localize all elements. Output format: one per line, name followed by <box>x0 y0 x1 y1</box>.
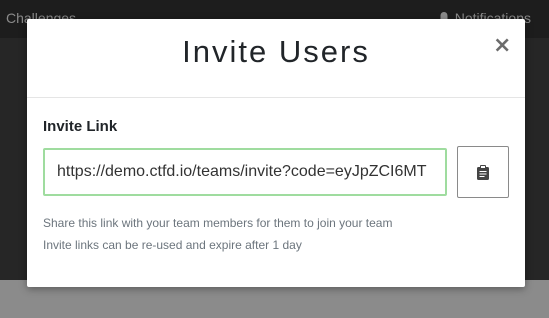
page: Challenges Notifications Invite Users × … <box>0 0 549 318</box>
modal-header: Invite Users × <box>27 19 525 98</box>
help-text-share: Share this link with your team members f… <box>43 216 393 230</box>
invite-users-modal: Invite Users × Invite Link Shar <box>27 19 525 287</box>
invite-link-input[interactable] <box>43 148 447 196</box>
close-button[interactable]: × <box>493 35 511 57</box>
copy-link-button[interactable] <box>457 146 509 198</box>
invite-link-label: Invite Link <box>43 118 118 135</box>
help-text-expiry: Invite links can be re-used and expire a… <box>43 238 302 252</box>
modal-title: Invite Users <box>182 34 370 69</box>
clipboard-icon <box>477 164 489 180</box>
invite-link-row <box>43 146 509 198</box>
